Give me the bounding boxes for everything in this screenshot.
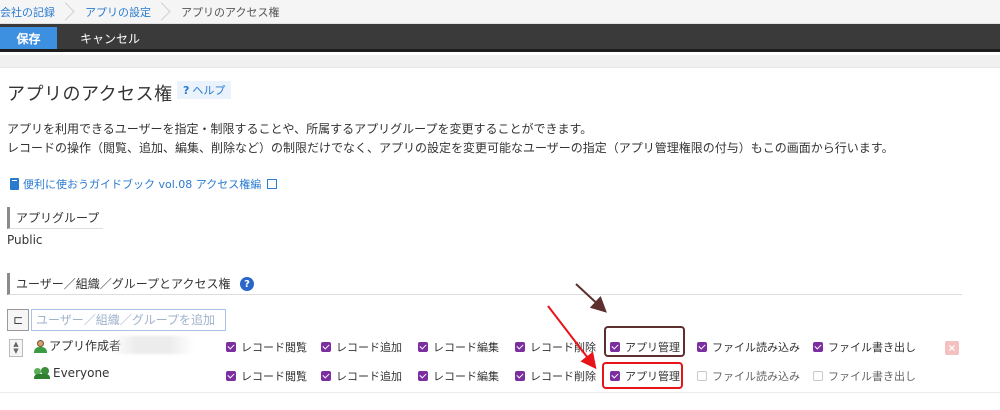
checkbox-checked-icon[interactable] bbox=[321, 371, 331, 381]
perm-label: レコード削除 bbox=[530, 341, 596, 354]
perm-file-import-checkbox[interactable]: ファイル読み込み bbox=[697, 339, 800, 355]
perm-label: ファイル読み込み bbox=[712, 341, 800, 354]
entity-label: Everyone bbox=[53, 366, 110, 380]
perm-file-export-checkbox[interactable]: ファイル書き出し bbox=[813, 339, 916, 355]
entity-everyone: Everyone bbox=[34, 366, 109, 380]
breadcrumb-link[interactable]: 会社の記録 bbox=[0, 4, 55, 20]
book-icon bbox=[10, 178, 19, 190]
checkbox-checked-icon[interactable] bbox=[226, 371, 236, 381]
checkbox-checked-icon[interactable] bbox=[813, 342, 823, 352]
perm-record-add-checkbox[interactable]: レコード追加 bbox=[321, 339, 402, 355]
perm-label: レコード編集 bbox=[433, 370, 499, 383]
highlight-box-app-admin-everyone bbox=[602, 362, 683, 389]
info-icon[interactable]: ? bbox=[240, 277, 254, 291]
guide-book-link-label[interactable]: 便利に使おうガイドブック vol.08 アクセス権編 bbox=[23, 176, 261, 192]
checkbox-checked-icon[interactable] bbox=[321, 342, 331, 352]
help-icon: ? bbox=[183, 83, 190, 97]
help-label: ヘルプ bbox=[192, 84, 226, 97]
checkbox-checked-icon[interactable] bbox=[515, 371, 525, 381]
row-divider bbox=[0, 392, 1000, 393]
perm-label: ファイル読み込み bbox=[712, 370, 800, 383]
perm-label: レコード編集 bbox=[433, 341, 499, 354]
perm-record-edit-checkbox[interactable]: レコード編集 bbox=[418, 368, 499, 384]
perm-label: レコード追加 bbox=[336, 341, 402, 354]
breadcrumb-item-company-records[interactable]: 会社の記録 bbox=[0, 0, 55, 24]
perm-record-view-checkbox[interactable]: レコード閲覧 bbox=[226, 339, 307, 355]
close-icon: × bbox=[947, 342, 957, 354]
perm-label: レコード追加 bbox=[336, 370, 402, 383]
perm-record-view-checkbox[interactable]: レコード閲覧 bbox=[226, 368, 307, 384]
reorder-handle[interactable]: ▲ ▼ bbox=[9, 339, 23, 357]
user-icon bbox=[34, 339, 47, 353]
chevron-down-icon: ▼ bbox=[13, 347, 19, 355]
perm-record-delete-checkbox[interactable]: レコード削除 bbox=[515, 339, 596, 355]
breadcrumb-item-app-settings[interactable]: アプリの設定 bbox=[85, 0, 151, 24]
checkbox-unchecked-icon[interactable] bbox=[697, 371, 707, 381]
checkbox-checked-icon[interactable] bbox=[697, 342, 707, 352]
entity-app-creator: アプリ作成者 bbox=[34, 337, 121, 354]
perm-record-add-checkbox[interactable]: レコード追加 bbox=[321, 368, 402, 384]
breadcrumb-current: アプリのアクセス権 bbox=[181, 0, 279, 24]
checkbox-checked-icon[interactable] bbox=[418, 371, 428, 381]
breadcrumb-separator-icon bbox=[157, 0, 171, 24]
save-button[interactable]: 保存 bbox=[0, 27, 57, 49]
page-title: アプリのアクセス権 bbox=[7, 84, 173, 105]
org-tree-button[interactable]: ⊏ bbox=[7, 309, 29, 331]
perm-label: レコード閲覧 bbox=[241, 370, 307, 383]
perm-label: レコード削除 bbox=[530, 370, 596, 383]
checkbox-checked-icon[interactable] bbox=[515, 342, 525, 352]
external-link-icon bbox=[267, 179, 278, 189]
help-button[interactable]: ? ヘルプ bbox=[177, 81, 232, 99]
access-heading: ユーザー／組織／グループとアクセス権 bbox=[7, 273, 962, 295]
perm-record-delete-checkbox[interactable]: レコード削除 bbox=[515, 368, 596, 384]
perm-record-edit-checkbox[interactable]: レコード編集 bbox=[418, 339, 499, 355]
redacted-name-blur bbox=[110, 336, 195, 354]
checkbox-checked-icon[interactable] bbox=[226, 342, 236, 352]
checkbox-checked-icon[interactable] bbox=[418, 342, 428, 352]
checkbox-unchecked-icon[interactable] bbox=[813, 371, 823, 381]
app-group-heading: アプリグループ bbox=[7, 207, 103, 229]
breadcrumb-separator-icon bbox=[61, 0, 75, 24]
description-line-2: レコードの操作（閲覧、追加、編集、削除など）の制限だけでなく、アプリの設定を変更… bbox=[7, 141, 894, 155]
delete-row-button[interactable]: × bbox=[945, 341, 959, 355]
add-user-input[interactable] bbox=[31, 309, 226, 331]
breadcrumb: 会社の記録 アプリの設定 アプリのアクセス権 bbox=[0, 0, 1000, 24]
access-row-everyone: Everyone レコード閲覧 レコード追加 レコード編集 レコード削除 アプリ… bbox=[0, 363, 1000, 385]
guide-book-link[interactable]: 便利に使おうガイドブック vol.08 アクセス権編 bbox=[10, 176, 278, 192]
access-row-app-creator: ▲ ▼ アプリ作成者 レコード閲覧 レコード追加 レコード編集 レコード削除 ア… bbox=[0, 334, 1000, 357]
app-group-value: Public bbox=[7, 233, 43, 247]
perm-file-export-checkbox[interactable]: ファイル書き出し bbox=[813, 368, 916, 384]
perm-label: ファイル書き出し bbox=[828, 341, 916, 354]
content-top-band bbox=[0, 55, 1000, 68]
description-line-1: アプリを利用できるユーザーを指定・制限することや、所属するアプリグループを変更す… bbox=[7, 122, 593, 136]
group-icon bbox=[34, 367, 50, 379]
perm-file-import-checkbox[interactable]: ファイル読み込み bbox=[697, 368, 800, 384]
tree-icon: ⊏ bbox=[12, 313, 24, 327]
breadcrumb-current-label: アプリのアクセス権 bbox=[181, 5, 280, 19]
toolbar: 保存 キャンセル bbox=[0, 24, 1000, 52]
perm-label: ファイル書き出し bbox=[828, 370, 916, 383]
highlight-box-app-admin-creator bbox=[604, 326, 685, 357]
cancel-button[interactable]: キャンセル bbox=[70, 27, 150, 49]
breadcrumb-link[interactable]: アプリの設定 bbox=[85, 4, 151, 20]
perm-label: レコード閲覧 bbox=[241, 341, 307, 354]
